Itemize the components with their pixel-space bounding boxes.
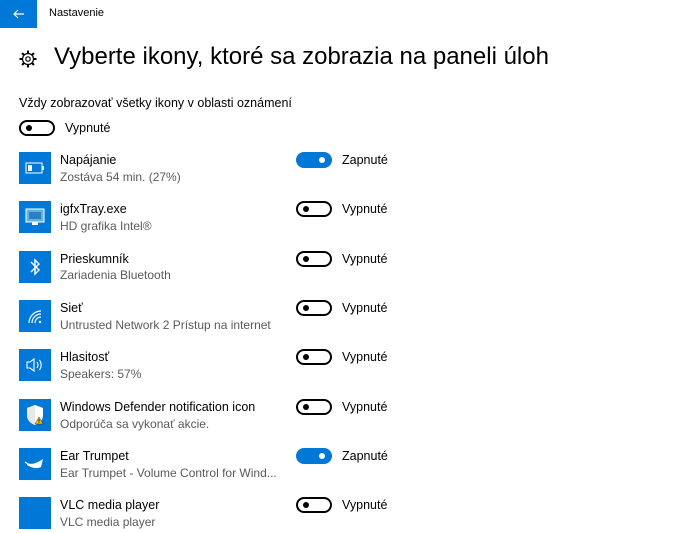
toggle-knob [303, 404, 309, 410]
toggle-state: Vypnuté [342, 252, 388, 266]
toggle-defender[interactable] [296, 399, 332, 415]
battery-icon [19, 152, 51, 184]
toggle-knob [319, 157, 325, 163]
title-bar: Nastavenie [0, 0, 679, 28]
row-name: igfxTray.exe [60, 202, 127, 216]
row-subtitle: Untrusted Network 2 Prístup na internet [60, 318, 271, 332]
toggle-hlasitost[interactable] [296, 349, 332, 365]
gear-icon [19, 50, 37, 68]
ear-trumpet-icon [19, 448, 51, 480]
toggle-knob [303, 354, 309, 360]
row-subtitle: Odporúča sa vykonať akcie. [60, 417, 210, 431]
row-subtitle: HD grafika Intel® [60, 219, 152, 233]
toggle-knob [303, 256, 309, 262]
row-name: VLC media player [60, 498, 160, 512]
row-subtitle: Zariadenia Bluetooth [60, 268, 171, 282]
row-subtitle: Zostáva 54 min. (27%) [60, 170, 181, 184]
toggle-knob [303, 305, 309, 311]
always-show-state: Vypnuté [65, 121, 111, 135]
wifi-icon [19, 300, 51, 332]
intel-graphics-icon [19, 201, 51, 233]
app-title: Nastavenie [49, 7, 105, 19]
back-arrow-icon [12, 9, 24, 19]
always-show-toggle[interactable] [19, 120, 55, 136]
toggle-knob [319, 453, 325, 459]
always-show-label: Vždy zobrazovať všetky ikony v oblasti o… [19, 96, 292, 110]
row-name: Ear Trumpet [60, 449, 129, 463]
toggle-knob [303, 206, 309, 212]
toggle-prieskumnik[interactable] [296, 251, 332, 267]
toggle-state: Vypnuté [342, 202, 388, 216]
toggle-igfxtray[interactable] [296, 201, 332, 217]
row-name: Hlasitosť [60, 350, 110, 364]
bluetooth-icon [19, 251, 51, 283]
toggle-ear-trumpet[interactable] [296, 448, 332, 464]
back-button[interactable] [0, 0, 37, 28]
toggle-napajanie[interactable] [296, 152, 332, 168]
row-name: Sieť [60, 301, 83, 315]
row-name: Napájanie [60, 153, 117, 167]
speaker-icon [19, 349, 51, 381]
toggle-state: Vypnuté [342, 301, 388, 315]
row-subtitle: Ear Trumpet - Volume Control for Wind... [60, 466, 277, 480]
toggle-state: Vypnuté [342, 350, 388, 364]
row-name: Windows Defender notification icon [60, 400, 256, 414]
row-subtitle: VLC media player [60, 515, 156, 529]
vlc-icon [19, 497, 51, 529]
toggle-state: Vypnuté [342, 498, 388, 512]
toggle-knob [26, 125, 32, 131]
toggle-vlc[interactable] [296, 497, 332, 513]
toggle-state: Vypnuté [342, 400, 388, 414]
toggle-state: Zapnuté [342, 449, 388, 463]
toggle-knob [303, 502, 309, 508]
row-name: Prieskumník [60, 252, 129, 266]
defender-shield-icon [19, 399, 51, 431]
page-title: Vyberte ikony, ktoré sa zobrazia na pane… [54, 43, 549, 70]
row-subtitle: Speakers: 57% [60, 367, 142, 381]
toggle-state: Zapnuté [342, 153, 388, 167]
toggle-siet[interactable] [296, 300, 332, 316]
